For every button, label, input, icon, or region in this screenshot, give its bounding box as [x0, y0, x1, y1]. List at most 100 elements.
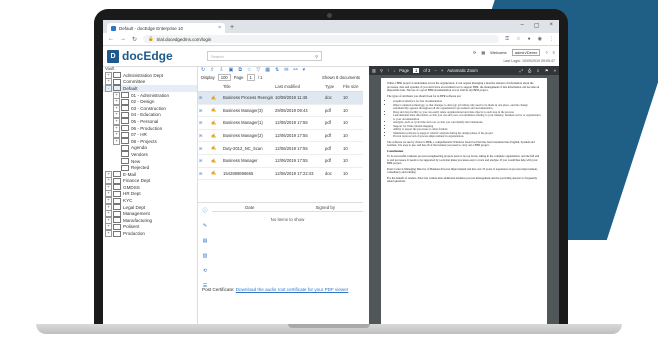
tree-item[interactable]: + Administration Dept [103, 71, 197, 79]
tree-item[interactable]: + GMDSS [103, 183, 197, 191]
tree-item[interactable]: + E-Mail [103, 170, 197, 178]
prev-page-icon[interactable]: ↑ [387, 68, 389, 73]
pdf-download-icon[interactable]: ⇩ [536, 68, 540, 73]
zoom-out-icon[interactable]: − [434, 68, 436, 73]
folder-icon [121, 131, 129, 138]
minimize-icon[interactable]: – [520, 22, 523, 29]
certificate-download-link[interactable]: Download the audio root certificate for … [236, 287, 349, 292]
link-icon[interactable]: ⚯ [293, 67, 297, 73]
table-row[interactable]: ✉ ✍ 1542889696665 12/06/2019 17:22:43 doc 10 [198, 167, 363, 181]
menu-icon[interactable]: ⋮ [549, 36, 554, 42]
sidebar-toggle-icon[interactable]: ▥ [372, 68, 376, 73]
table-row[interactable]: ✉ ✍ Business Manager(1) 12/06/2019 17:55 pdf… [198, 116, 363, 130]
bookmark-icon[interactable]: ⚑ [545, 68, 549, 73]
user-menu-button[interactable]: admin/Demo [511, 49, 541, 56]
close-window-icon[interactable]: × [549, 22, 553, 29]
size-column-header[interactable]: File size [342, 81, 363, 92]
zoom-select[interactable]: Automatic Zoom [447, 68, 478, 73]
browser-tab[interactable]: Default - docEdge Enterprise 10 × [107, 23, 225, 33]
forward-icon[interactable]: → [120, 36, 126, 42]
tree-item[interactable]: +08 - Projects [103, 137, 197, 145]
table-row[interactable]: ✉ ✍ Duty-2012_NC_Scan 12/06/2019 17:55 pdf 10 [198, 141, 363, 155]
pdf-page-input[interactable]: 1 [413, 68, 420, 73]
date-column-header[interactable]: Date [212, 205, 288, 210]
tree-item[interactable]: New [103, 158, 197, 165]
refresh-icon[interactable]: ⟳ [473, 50, 476, 55]
grid-icon[interactable]: ▦ [265, 67, 270, 73]
tree-item[interactable]: + Finance Dept [103, 177, 197, 185]
url-field[interactable]: 🔒 trial.docedgedms.com/login [143, 35, 500, 43]
table-row[interactable]: ✉ ✍ Business Process Reengin 10/09/2019 11:… [198, 91, 363, 105]
email-icon[interactable]: ✉ [199, 120, 203, 125]
app-logo[interactable]: D docEdge [107, 49, 173, 63]
star-icon[interactable]: ☆ [247, 67, 251, 73]
table-row[interactable]: ✉ ✍ Business Manager 12/06/2019 17:55 pdf 10 [198, 154, 363, 168]
sort-icon[interactable]: ⇅ [275, 67, 279, 73]
download-icon[interactable]: ⇩ [219, 67, 223, 73]
next-page-icon[interactable]: ↓ [393, 68, 395, 73]
email-icon[interactable]: ✉ [199, 95, 203, 100]
tree-item[interactable]: Agenda [103, 144, 197, 152]
new-tab-button[interactable]: + [230, 24, 234, 31]
table-row[interactable]: ✉ ✍ Business Manager(2) 12/06/2019 17:55 pdf… [198, 129, 363, 143]
email-icon[interactable]: ✉ [199, 158, 203, 163]
search-icon[interactable]: ⚲ [315, 54, 318, 59]
title-column-header[interactable]: Title [222, 81, 275, 92]
search-input[interactable]: Search ⚲ [207, 51, 322, 61]
tree-item[interactable]: + Manufacturing [103, 216, 197, 224]
extension-icon[interactable]: ● [528, 36, 531, 42]
document-icon[interactable]: ▤ [203, 238, 208, 244]
filter-icon[interactable]: ▽ [256, 67, 260, 73]
search-icon[interactable]: ⚲ [380, 68, 383, 73]
fullscreen-icon[interactable]: ⤢ [520, 68, 523, 73]
tools-icon[interactable]: » [554, 68, 556, 73]
cell-size: 10 [342, 154, 363, 168]
settings-icon[interactable]: ≡ [553, 50, 555, 55]
expand-toggle-icon[interactable]: + [113, 137, 120, 145]
key-icon[interactable]: ⚿ [505, 36, 509, 42]
type-column-header[interactable]: Type [324, 81, 343, 92]
last-login: Last Login: 10/09/2019 09:05:47 [503, 59, 555, 63]
close-tab-icon[interactable]: × [218, 25, 221, 31]
more-icon[interactable]: ▾ [303, 67, 306, 73]
tree-item[interactable]: + Legal Dept [103, 203, 197, 211]
tree-item[interactable]: Vendors [103, 151, 197, 158]
tree-item[interactable]: Rejected [103, 164, 197, 171]
zoom-in-icon[interactable]: + [441, 68, 443, 73]
table-row[interactable]: ✉ ✍ Business Manager(3) 29/06/2019 09:44 pdf… [198, 104, 363, 118]
email-icon[interactable]: ✉ [199, 108, 203, 113]
signedby-column-header[interactable]: Signed by [288, 205, 364, 210]
display-count-select[interactable]: 100 [217, 74, 231, 81]
tree-item[interactable]: + Management [103, 210, 197, 218]
tree-item[interactable]: + Production [103, 230, 197, 238]
calendar-icon[interactable]: ▦ [481, 50, 485, 55]
print-icon[interactable]: ⎙ [528, 68, 531, 73]
cell-title: Business Manager [222, 154, 275, 168]
upload-icon[interactable]: ⇧ [210, 67, 214, 73]
profile-icon[interactable]: ◉ [538, 36, 542, 42]
modified-column-header[interactable]: Last modified [274, 81, 325, 92]
star-icon[interactable]: ☆ [516, 36, 520, 42]
maximize-icon[interactable]: ▢ [534, 22, 540, 29]
chart-icon[interactable]: ▥ [203, 253, 208, 259]
page-input[interactable]: 1 [246, 74, 255, 81]
tree-item[interactable]: + Committee [103, 78, 197, 86]
tree-item[interactable]: + HR Dept [103, 190, 197, 198]
folder-add-icon[interactable]: ▣ [229, 67, 234, 73]
edit-icon[interactable]: ✎ [203, 223, 207, 229]
tree-item[interactable]: + KYC [103, 197, 197, 205]
history-icon[interactable]: ⟲ [203, 268, 207, 274]
refresh-icon[interactable]: ↻ [201, 67, 205, 73]
reload-icon[interactable]: ↻ [132, 36, 137, 43]
back-icon[interactable]: ← [108, 36, 114, 42]
expand-toggle-icon[interactable]: - [105, 84, 112, 92]
info-icon[interactable]: ⓘ [202, 207, 207, 214]
tree-item[interactable]: + Polisent [103, 223, 197, 231]
expand-toggle-icon[interactable]: + [105, 230, 112, 238]
help-icon[interactable]: ? [545, 50, 547, 55]
mail-icon[interactable]: ✉ [284, 67, 288, 73]
email-icon[interactable]: ✉ [199, 133, 203, 138]
email-icon[interactable]: ✉ [199, 171, 203, 176]
email-icon[interactable]: ✉ [199, 146, 203, 151]
copy-icon[interactable]: ⧉ [238, 67, 242, 73]
